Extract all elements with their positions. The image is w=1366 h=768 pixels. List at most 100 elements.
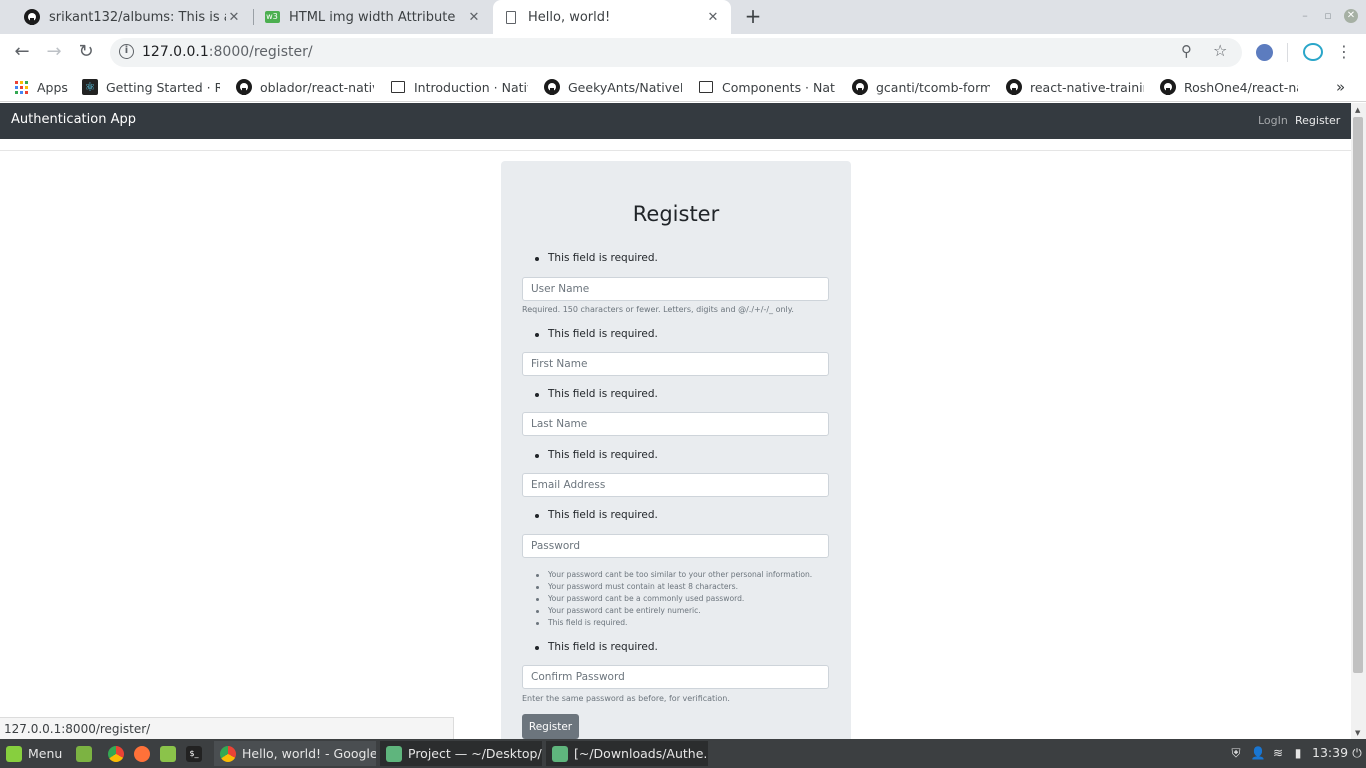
scroll-up-icon[interactable]: ▲ [1355, 106, 1360, 114]
apps-grid-icon [13, 79, 29, 95]
register-button[interactable]: Register [522, 714, 579, 739]
password-input[interactable] [522, 534, 829, 558]
bookmark-oblador[interactable]: oblador/react-native [236, 77, 374, 97]
page-viewport: Authentication App LogIn Register Regist… [0, 103, 1351, 739]
github-icon [852, 79, 868, 95]
bookmark-geekyants[interactable]: GeekyAnts/NativeBa [544, 77, 682, 97]
password-help-item: This field is required. [535, 618, 628, 627]
files-launcher[interactable] [156, 741, 180, 766]
taskbar-window-project[interactable]: Project — ~/Desktop/... [380, 741, 542, 766]
github-icon [24, 9, 40, 25]
clock[interactable]: 13:39 [1312, 745, 1348, 760]
divider [0, 150, 1351, 151]
terminal-launcher[interactable]: $_ [182, 741, 206, 766]
page-icon [503, 9, 519, 25]
address-bar[interactable]: i 127.0.0.1:8000/register/ ⚲ ☆ [110, 38, 1242, 67]
back-arrow-icon[interactable]: ← [10, 41, 34, 65]
zoom-icon[interactable]: ⚲ [1181, 42, 1192, 60]
last-name-input[interactable] [522, 412, 829, 436]
tab-strip: srikant132/albums: This is a rea ✕ w3 HT… [0, 0, 1366, 34]
close-tab-icon[interactable]: ✕ [226, 10, 242, 25]
bookmark-getting-started[interactable]: ⚛ Getting Started · Rea [82, 77, 220, 97]
extension-icon[interactable] [1256, 44, 1273, 61]
reload-icon[interactable]: ↻ [74, 41, 98, 65]
firefox-icon [134, 745, 150, 762]
window-title: Hello, world! - Google... [242, 746, 376, 761]
password-error: This field is required. [535, 509, 658, 521]
bookmark-gcanti[interactable]: gcanti/tcomb-form-n [852, 77, 990, 97]
bookmark-label: react-native-training [1030, 79, 1144, 95]
terminal-icon: $_ [186, 745, 202, 762]
menu-label: Menu [28, 746, 63, 761]
window-close-icon[interactable]: ✕ [1344, 9, 1358, 23]
email-input[interactable] [522, 473, 829, 497]
maximize-icon[interactable]: ▫ [1321, 9, 1335, 23]
scrollbar[interactable]: ▲ ▼ [1351, 103, 1366, 739]
bookmark-introduction[interactable]: Introduction · Native [390, 77, 528, 97]
firefox-launcher[interactable] [130, 741, 154, 766]
bookmark-label: gcanti/tcomb-form-n [876, 79, 990, 95]
show-desktop-button[interactable] [72, 741, 96, 766]
extension-icon[interactable] [1303, 43, 1323, 61]
book-icon [390, 79, 406, 95]
minimize-icon[interactable]: – [1298, 9, 1312, 23]
bookmark-components[interactable]: Components · Native [698, 77, 836, 97]
bookmark-roshone4[interactable]: RoshOne4/react-nat [1160, 77, 1298, 97]
tab-albums[interactable]: srikant132/albums: This is a rea ✕ [14, 0, 252, 34]
bookmarks-overflow-chevron-icon[interactable]: » [1336, 77, 1350, 97]
taskbar: Menu $_ Hello, world! - Google... Projec… [0, 739, 1366, 768]
first-name-input[interactable] [522, 352, 829, 376]
bookmark-apps[interactable]: Apps [13, 77, 73, 97]
bookmark-star-icon[interactable]: ☆ [1213, 41, 1227, 60]
username-input[interactable] [522, 277, 829, 301]
kebab-menu-icon[interactable]: ⋮ [1332, 41, 1356, 65]
navbar-brand[interactable]: Authentication App [11, 112, 136, 127]
username-help-text: Required. 150 characters or fewer. Lette… [522, 305, 794, 314]
nav-login-link[interactable]: LogIn [1258, 114, 1288, 127]
tab-title: srikant132/albums: This is a rea [49, 9, 226, 25]
bookmark-label: RoshOne4/react-nat [1184, 79, 1298, 95]
new-tab-button[interactable]: + [741, 5, 765, 29]
bookmark-label: Components · Native [722, 79, 836, 95]
bookmark-label: GeekyAnts/NativeBa [568, 79, 682, 95]
email-error: This field is required. [535, 449, 658, 461]
chrome-launcher[interactable] [104, 741, 128, 766]
scrollbar-thumb[interactable] [1353, 117, 1363, 673]
w3schools-icon: w3 [264, 11, 280, 23]
password-help-item: Your password cant be too similar to you… [535, 570, 813, 579]
nav-register-link[interactable]: Register [1295, 114, 1340, 127]
taskbar-window-chrome[interactable]: Hello, world! - Google... [214, 741, 376, 766]
wifi-icon[interactable]: ≋ [1270, 745, 1286, 761]
bookmark-react-native-training[interactable]: react-native-training [1006, 77, 1144, 97]
scroll-down-icon[interactable]: ▼ [1355, 729, 1360, 737]
react-icon: ⚛ [82, 79, 98, 95]
book-icon [698, 79, 714, 95]
chrome-icon [220, 745, 236, 762]
password-help-item: Your password cant be a commonly used pa… [535, 594, 745, 603]
chrome-icon [108, 745, 124, 762]
forward-arrow-icon[interactable]: → [42, 41, 66, 65]
info-icon[interactable]: i [119, 44, 134, 59]
toolbar-divider [1287, 43, 1288, 62]
close-tab-icon[interactable]: ✕ [705, 10, 721, 25]
url-text: 127.0.0.1:8000/register/ [142, 44, 313, 60]
shield-icon[interactable]: ⛨ [1228, 745, 1244, 761]
desktop-icon [76, 745, 92, 762]
start-menu-button[interactable]: Menu [4, 741, 68, 766]
taskbar-window-downloads[interactable]: [~/Downloads/Authe... [546, 741, 708, 766]
folder-icon [160, 745, 176, 762]
username-error: This field is required. [535, 252, 658, 264]
power-icon[interactable]: ⏻ [1349, 745, 1365, 761]
tab-hello-world[interactable]: Hello, world! ✕ [493, 0, 731, 34]
bookmark-label: Apps [37, 79, 68, 95]
battery-icon[interactable]: ▮ [1290, 745, 1306, 761]
close-tab-icon[interactable]: ✕ [466, 10, 482, 25]
bookmark-label: Getting Started · Rea [106, 79, 220, 95]
atom-icon [552, 745, 568, 762]
password-help-item: Your password cant be entirely numeric. [536, 606, 701, 615]
tab-title: HTML img width Attribute [289, 9, 456, 25]
user-icon[interactable]: 👤 [1250, 745, 1266, 761]
confirm-password-input[interactable] [522, 665, 829, 689]
tab-html-img[interactable]: w3 HTML img width Attribute ✕ [254, 0, 492, 34]
tab-title: Hello, world! [528, 9, 611, 25]
